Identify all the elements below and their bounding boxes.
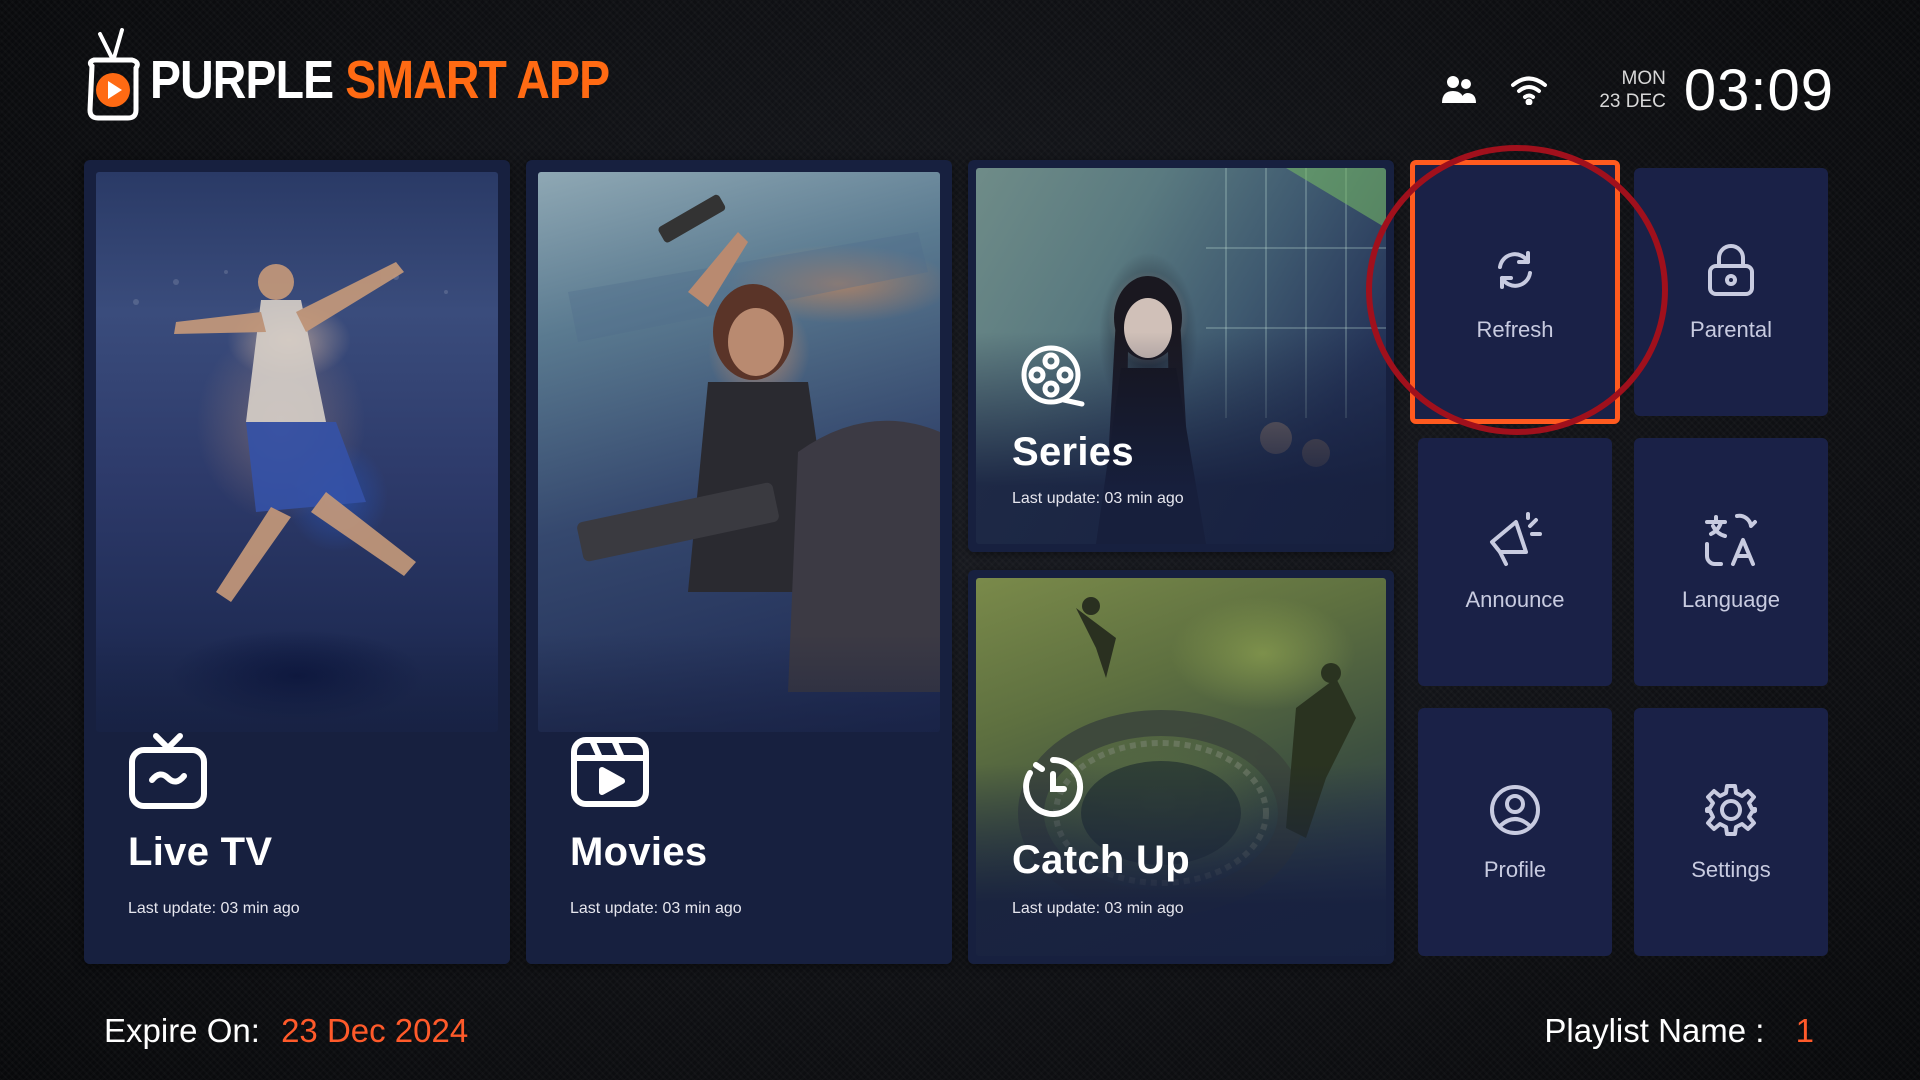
tv-icon — [128, 732, 208, 812]
tile-catch-up[interactable]: Catch Up Last update: 03 min ago — [968, 570, 1394, 964]
playlist-label: Playlist Name : — [1544, 1012, 1765, 1049]
menu-parental-button[interactable]: Parental — [1634, 168, 1828, 416]
tile-title: Series — [1012, 430, 1134, 474]
megaphone-icon — [1486, 511, 1544, 569]
date-text: 23 DEC — [1599, 91, 1666, 112]
tile-subtitle: Last update: 03 min ago — [1012, 900, 1184, 917]
user-icon — [1486, 781, 1544, 839]
wifi-icon — [1507, 68, 1551, 112]
app-logo: PURPLE SMART APP — [82, 28, 684, 124]
expire-date: 23 Dec 2024 — [281, 1012, 469, 1049]
film-reel-icon — [1020, 344, 1086, 410]
clock-icon — [1022, 756, 1084, 818]
tile-subtitle: Last update: 03 min ago — [570, 900, 742, 917]
menu-profile-button[interactable]: Profile — [1418, 708, 1612, 956]
tile-series[interactable]: Series Last update: 03 min ago — [968, 160, 1394, 552]
tile-title: Catch Up — [1012, 838, 1190, 882]
menu-label: Parental — [1690, 317, 1772, 342]
menu-refresh-button[interactable]: Refresh — [1410, 160, 1620, 424]
expire-label: Expire On: — [104, 1012, 260, 1049]
film-play-icon — [570, 732, 650, 812]
menu-label: Profile — [1483, 857, 1547, 882]
tv-logo-icon — [82, 28, 144, 124]
tile-subtitle: Last update: 03 min ago — [1012, 490, 1184, 507]
clock: 03:09 — [1683, 57, 1834, 123]
menu-label: Settings — [1691, 857, 1771, 882]
menu-label: Announce — [1465, 587, 1565, 612]
logo-word-smart-app: SMART APP — [345, 50, 610, 110]
gear-icon — [1702, 781, 1760, 839]
tile-live-tv[interactable]: Live TV Last update: 03 min ago — [84, 160, 510, 964]
logo-word-purple: PURPLE — [150, 50, 334, 110]
tile-subtitle: Last update: 03 min ago — [128, 900, 300, 917]
status-bar: MON 23 DEC 03:09 — [1437, 50, 1834, 130]
expire-info: Expire On: 23 Dec 2024 — [104, 1012, 468, 1050]
menu-settings-button[interactable]: Settings — [1634, 708, 1828, 956]
translate-icon — [1702, 511, 1760, 569]
playlist-name: 1 — [1795, 1012, 1814, 1049]
weekday-text: MON — [1621, 67, 1666, 89]
menu-label: Language — [1682, 587, 1780, 612]
date-display: MON 23 DEC — [1599, 67, 1666, 113]
menu-announce-button[interactable]: Announce — [1418, 438, 1612, 686]
menu-label: Refresh — [1476, 317, 1554, 342]
tile-movies[interactable]: Movies Last update: 03 min ago — [526, 160, 952, 964]
tile-title: Movies — [570, 830, 708, 874]
menu-language-button[interactable]: Language — [1634, 438, 1828, 686]
tile-title: Live TV — [128, 830, 273, 874]
lock-icon — [1702, 241, 1760, 299]
users-icon[interactable] — [1437, 68, 1481, 112]
refresh-icon — [1486, 241, 1544, 299]
playlist-info: Playlist Name : 1 — [1544, 1012, 1814, 1050]
